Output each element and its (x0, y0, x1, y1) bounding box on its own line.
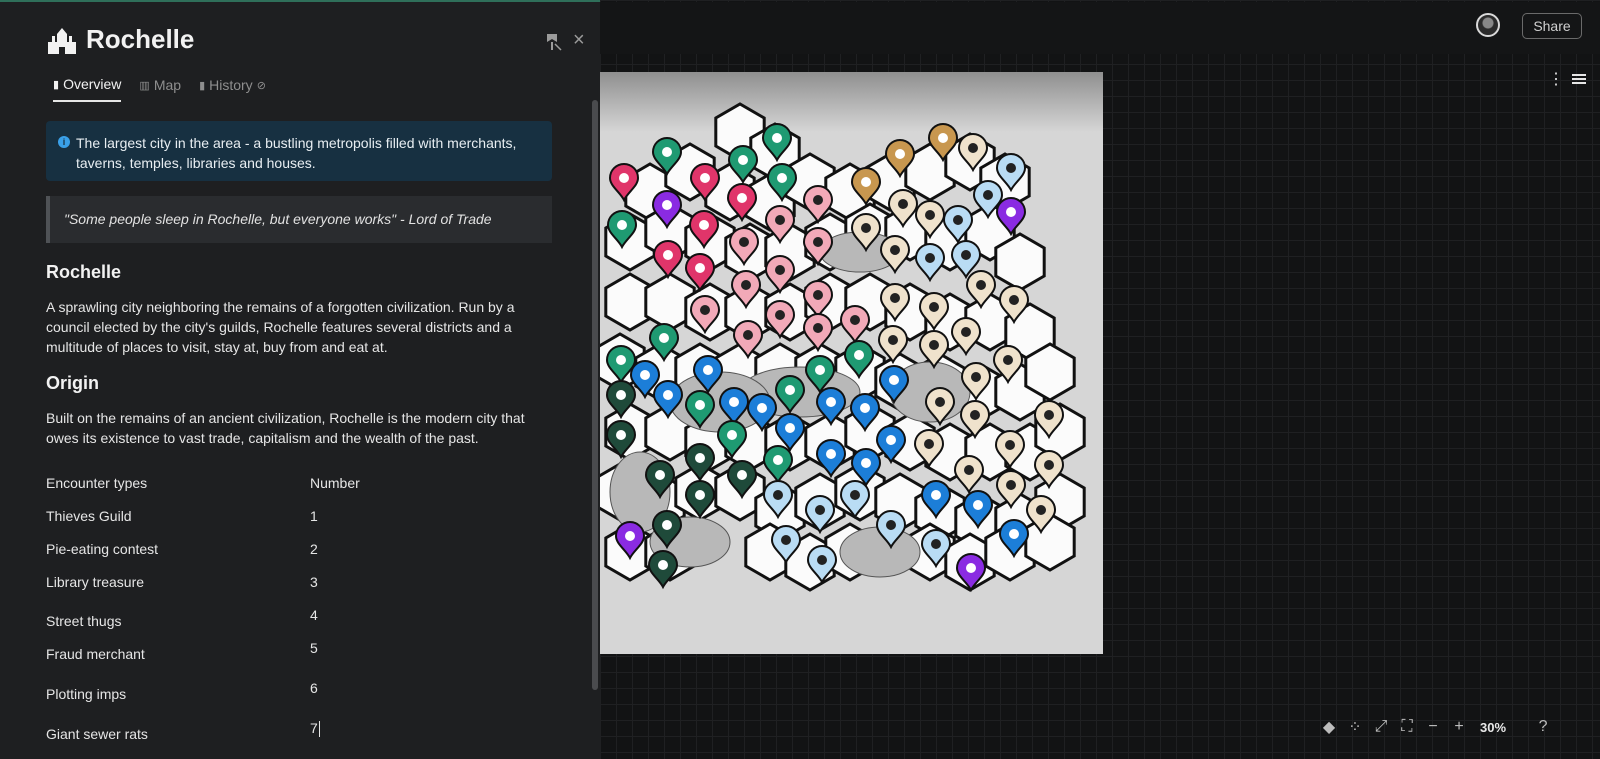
zoom-in-button[interactable]: + (1448, 716, 1470, 738)
panel-title-row: Rochelle (46, 24, 194, 55)
more-options-icon[interactable]: ⋮ (1548, 72, 1564, 88)
map-ruins-area (840, 527, 920, 577)
map-pin-marker[interactable] (654, 241, 682, 277)
location-panel: Rochelle × ▮ Overview ▥ Map ▮ History ⊘ … (0, 2, 600, 759)
table-cell: 7 (310, 720, 318, 736)
tab-history-label: History (209, 77, 253, 93)
table-header-cell: Number (310, 475, 360, 491)
section-text-origin: Built on the remains of an ancient civil… (46, 408, 546, 448)
info-icon: i (58, 136, 70, 148)
map-pin-marker[interactable] (806, 496, 834, 532)
user-avatar[interactable] (1476, 13, 1500, 37)
table-cell: 2 (310, 541, 318, 557)
hex-map-drawing (600, 72, 1103, 654)
map-pin-marker[interactable] (764, 446, 792, 482)
table-cell: Plotting imps (46, 686, 126, 702)
share-button[interactable]: Share (1522, 13, 1582, 39)
table-cell: Street thugs (46, 613, 122, 629)
section-heading-origin: Origin (46, 373, 99, 394)
table-cell: 6 (310, 680, 318, 696)
document-icon: ▮ (53, 78, 59, 91)
close-icon[interactable]: × (573, 30, 585, 50)
menu-icon[interactable] (1572, 72, 1586, 86)
table-header-cell: Encounter types (46, 475, 147, 491)
top-bar (600, 2, 1600, 54)
panel-tabs: ▮ Overview ▥ Map ▮ History ⊘ (53, 76, 266, 102)
panel-scrollbar-thumb[interactable] (592, 100, 598, 690)
text-caret (319, 721, 320, 737)
map-hex-tile (1026, 344, 1074, 400)
map-pin-marker[interactable] (952, 318, 980, 354)
table-cell: Giant sewer rats (46, 726, 148, 742)
table-cell: 5 (310, 640, 318, 656)
map-toolbar: ◆ ⁘ ⤢ ⛶ − + 30% ? (1318, 716, 1554, 738)
map-pin-marker[interactable] (804, 314, 832, 350)
pin-cluster-icon[interactable]: ⁘ (1344, 716, 1366, 738)
tab-map[interactable]: ▥ Map (139, 76, 181, 102)
fullscreen-icon[interactable]: ⛶ (1396, 716, 1418, 738)
table-cell: Pie-eating contest (46, 541, 158, 557)
info-callout: i The largest city in the area - a bustl… (46, 121, 552, 181)
map-icon: ▥ (139, 79, 149, 92)
zoom-out-button[interactable]: − (1422, 716, 1444, 738)
pin-panel-icon[interactable] (543, 32, 563, 52)
pin-visibility-icon[interactable]: ◆ (1318, 716, 1340, 738)
expand-icon[interactable]: ⤢ (1370, 716, 1392, 738)
quote-text: "Some people sleep in Rochelle, but ever… (64, 211, 492, 227)
tab-overview[interactable]: ▮ Overview (53, 76, 121, 102)
table-cell: 3 (310, 574, 318, 590)
map-pin-marker[interactable] (841, 306, 869, 342)
city-icon (46, 26, 78, 54)
page-title: Rochelle (86, 24, 194, 55)
map-pin-marker[interactable] (916, 244, 944, 280)
help-button[interactable]: ? (1532, 716, 1554, 738)
table-cell-editing[interactable]: 7 (310, 720, 320, 737)
map-pin-marker[interactable] (817, 440, 845, 476)
quote-block: "Some people sleep in Rochelle, but ever… (46, 196, 552, 243)
map-hex-tile (996, 234, 1044, 290)
zoom-level: 30% (1480, 720, 1506, 735)
map-pin-marker[interactable] (649, 551, 677, 587)
map-pin-marker[interactable] (955, 456, 983, 492)
section-heading-rochelle: Rochelle (46, 262, 121, 283)
table-cell: Fraud merchant (46, 646, 145, 662)
table-cell: Library treasure (46, 574, 144, 590)
tab-map-label: Map (154, 77, 181, 93)
eye-slash-icon: ⊘ (257, 79, 266, 92)
document-icon: ▮ (199, 79, 205, 92)
tab-history[interactable]: ▮ History ⊘ (199, 76, 266, 102)
info-text: The largest city in the area - a bustlin… (76, 135, 516, 171)
section-text-rochelle: A sprawling city neighboring the remains… (46, 297, 546, 357)
table-cell: Thieves Guild (46, 508, 132, 524)
table-cell: 1 (310, 508, 318, 524)
city-map-image[interactable] (600, 72, 1103, 654)
tab-overview-label: Overview (63, 76, 121, 92)
table-cell: 4 (310, 607, 318, 623)
